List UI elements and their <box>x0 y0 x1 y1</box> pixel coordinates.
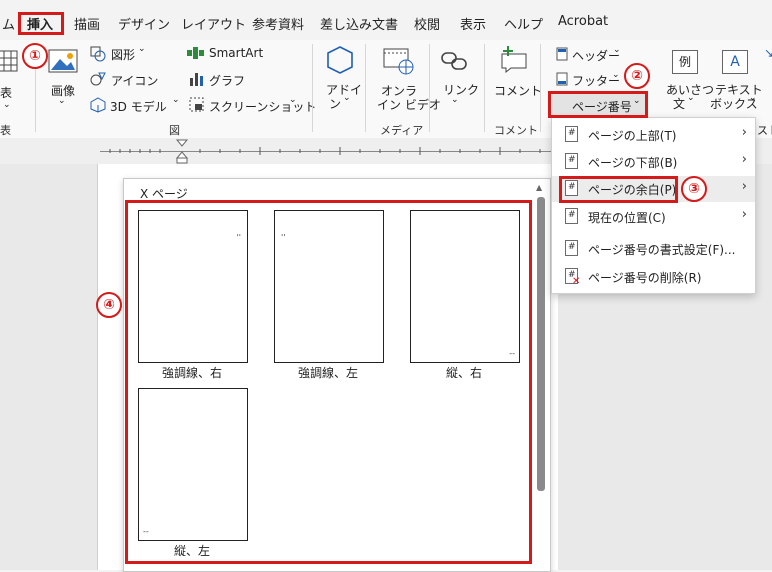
shapes-button-label[interactable]: 図形 <box>111 46 135 63</box>
step-badge-3: ③ <box>681 176 707 202</box>
table-icon[interactable] <box>0 50 18 72</box>
gallery-scrollbar-thumb[interactable] <box>537 197 545 491</box>
table-button-label[interactable]: 表 <box>0 84 12 101</box>
shapes-dropdown-icon[interactable]: ⌄ <box>138 44 146 54</box>
more-icon[interactable]: ↘ <box>764 46 772 60</box>
group-label-comment: コメント <box>494 124 538 137</box>
footer-dropdown-icon[interactable]: ⌄ <box>612 70 620 80</box>
highlight-insert-tab <box>18 12 64 35</box>
highlight-page-number-button <box>548 91 648 118</box>
tab-review[interactable]: 校閲 <box>414 14 440 33</box>
divider <box>540 44 541 132</box>
screenshot-icon[interactable] <box>189 97 205 113</box>
menu-item-current-position[interactable]: 現在の位置(C) › <box>552 204 755 230</box>
step-badge-4: ④ <box>96 292 122 318</box>
greeting-label-line2[interactable]: 文 <box>673 95 685 112</box>
model3d-dropdown-icon[interactable]: ⌄ <box>172 95 180 105</box>
tab-layout[interactable]: レイアウト <box>181 14 246 33</box>
tab-references[interactable]: 参考資料 <box>252 14 304 33</box>
video-label-line2[interactable]: イン ビデオ <box>377 96 441 113</box>
step-badge-1: ① <box>22 43 48 69</box>
tab-design[interactable]: デザイン <box>118 14 170 33</box>
greeting-icon[interactable]: 例 <box>672 50 698 74</box>
icons-button-label[interactable]: アイコン <box>111 72 158 89</box>
highlight-page-margins-item <box>559 176 678 203</box>
highlight-gallery <box>125 200 532 564</box>
textbox-icon[interactable]: A <box>722 50 748 74</box>
tab-acrobat[interactable]: Acrobat <box>558 14 608 29</box>
smartart-button-label[interactable]: SmartArt <box>209 46 263 60</box>
picture-icon[interactable] <box>48 49 78 75</box>
page-top-icon <box>565 126 578 142</box>
ruler-ticks <box>109 147 541 155</box>
step-badge-2: ② <box>624 63 650 89</box>
header-dropdown-icon[interactable]: ⌄ <box>613 45 621 55</box>
delete-x-icon: ✕ <box>572 276 581 287</box>
screenshot-dropdown-icon[interactable]: ⌄ <box>289 95 297 105</box>
cube-icon[interactable] <box>90 97 106 113</box>
format-page-number-icon <box>565 240 578 256</box>
menu-item-top-of-page[interactable]: ページの上部(T) › <box>552 122 755 148</box>
tab-home[interactable]: ム <box>2 14 15 33</box>
table-dropdown-icon[interactable]: ⌄ <box>3 100 11 110</box>
chart-icon[interactable] <box>189 71 205 87</box>
divider <box>365 44 366 132</box>
link-dropdown-icon[interactable]: ⌄ <box>451 95 459 105</box>
textbox-dropdown-icon[interactable]: ⌄ <box>749 93 757 103</box>
ribbon-tab-bar: ム 挿入 描画 デザイン レイアウト 参考資料 差し込み文書 校閲 表示 ヘルプ… <box>0 0 772 40</box>
page-number-menu: ページの上部(T) › ページの下部(B) › ページの余白(P) › 現在の位… <box>551 117 756 294</box>
online-video-icon[interactable] <box>383 48 415 76</box>
chevron-right-icon: › <box>741 125 747 140</box>
model3d-button-label[interactable]: 3D モデル <box>110 98 167 115</box>
addin-hexagon-icon[interactable] <box>326 45 354 75</box>
chevron-right-icon: › <box>741 179 747 194</box>
screenshot-button-label[interactable]: スクリーンショット <box>209 98 316 115</box>
menu-item-bottom-of-page[interactable]: ページの下部(B) › <box>552 149 755 175</box>
indent-marker-icon[interactable] <box>175 138 189 164</box>
tab-help[interactable]: ヘルプ <box>504 14 543 33</box>
graph-button-label[interactable]: グラフ <box>209 72 245 89</box>
group-label-figure: 図 <box>169 124 180 137</box>
shapes-icon[interactable] <box>90 46 106 62</box>
divider <box>484 44 485 132</box>
greeting-dropdown-icon[interactable]: ⌄ <box>687 93 695 103</box>
image-dropdown-icon[interactable]: ⌄ <box>58 96 66 106</box>
addin-label-line2[interactable]: ン <box>329 95 341 112</box>
current-position-icon <box>565 208 578 224</box>
tab-draw[interactable]: 描画 <box>74 14 100 33</box>
tab-view[interactable]: 表示 <box>460 14 486 33</box>
link-icon[interactable] <box>440 47 470 75</box>
smartart-icon[interactable] <box>187 46 205 60</box>
menu-item-remove-page-numbers[interactable]: ✕ ページ番号の削除(R) <box>552 264 755 290</box>
divider <box>429 44 430 132</box>
comment-button-label[interactable]: コメント <box>494 82 542 99</box>
footer-icon[interactable] <box>556 72 568 86</box>
page-bottom-icon <box>565 153 578 169</box>
group-label-media: メディア <box>380 124 424 137</box>
link-button-label[interactable]: リンク <box>443 81 479 98</box>
group-label-table: 表 <box>0 124 11 137</box>
chevron-right-icon: › <box>741 152 747 167</box>
icons-icon[interactable] <box>90 71 106 87</box>
header-icon[interactable] <box>556 47 568 61</box>
divider <box>312 44 313 132</box>
group-label-text: スト <box>757 124 772 137</box>
scroll-up-icon[interactable]: ▲ <box>536 183 542 192</box>
new-comment-icon[interactable] <box>499 44 529 74</box>
tab-mailings[interactable]: 差し込み文書 <box>320 14 398 33</box>
chevron-right-icon: › <box>741 207 747 222</box>
addin-dropdown-icon[interactable]: ⌄ <box>343 93 351 103</box>
menu-item-format-page-numbers[interactable]: ページ番号の書式設定(F)... <box>552 236 755 262</box>
